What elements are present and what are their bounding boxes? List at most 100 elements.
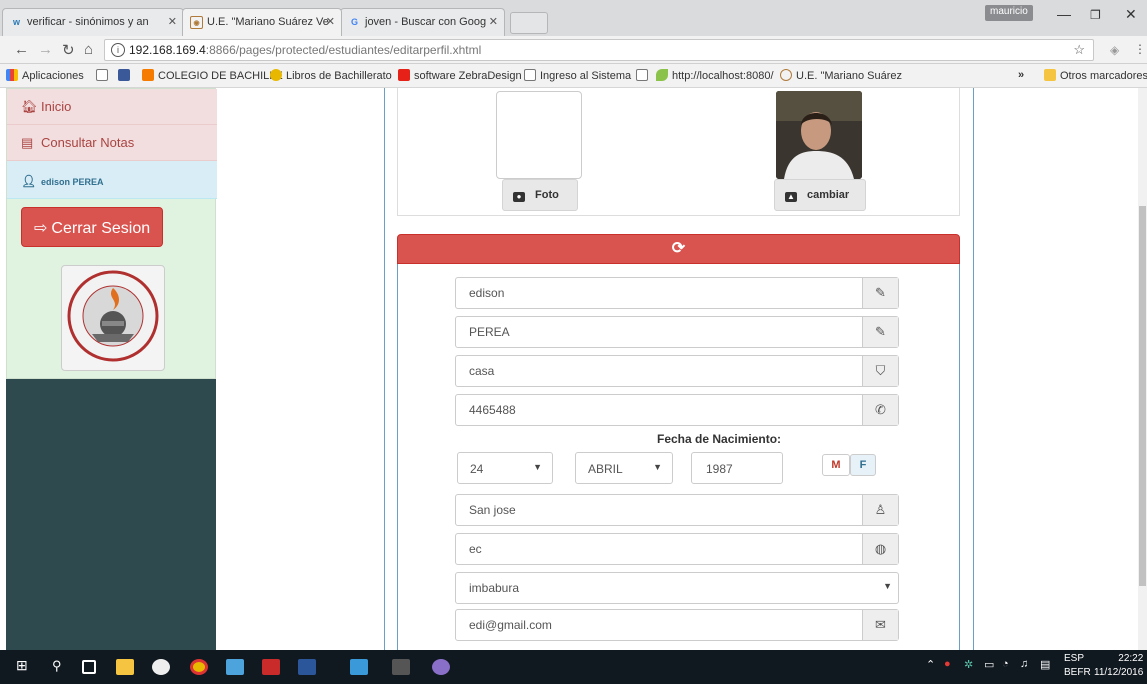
task-view-icon[interactable] [82,660,96,674]
volume-icon[interactable]: ♫ [1020,658,1028,670]
apellido-field[interactable]: PEREA ✎ [455,316,899,348]
main-content: ● Foto ▲ cambiar ⟳ edison ✎ PEREA ✎ casa… [384,88,974,650]
photo-placeholder [496,91,582,179]
word-icon[interactable] [298,659,316,675]
system-clock[interactable]: 22:22 11/12/2016 [1094,652,1143,680]
back-icon[interactable]: ← [14,41,29,58]
wifi-icon[interactable]: ◔ [1002,658,1009,670]
sidebar-item-user[interactable]: 👤︎ edison PEREA [7,161,217,199]
menu-icon[interactable]: ⋮ [1134,42,1146,56]
eclipse-icon[interactable] [152,659,170,675]
reload-icon[interactable]: ↻ [62,41,75,59]
home-browser-icon[interactable]: ⌂ [84,41,93,58]
scrollbar-thumb[interactable] [1139,206,1146,586]
photo-panel: ● Foto ▲ cambiar [397,88,960,216]
search-icon[interactable]: ⚲ [52,658,62,674]
file-explorer-icon[interactable] [116,659,134,675]
phone-icon: ✆ [862,395,898,425]
url-input[interactable]: i 192.168.169.4:8866/pages/protected/est… [104,39,1094,61]
profile-badge[interactable]: mauricio [985,5,1033,21]
school-icon: ◉ [190,16,203,29]
info-icon[interactable]: i [111,43,125,57]
apps-icon [6,69,18,81]
school-icon [780,69,792,81]
list-icon: ▤ [21,135,34,150]
acrobat-icon[interactable] [262,659,280,675]
tab-title: U.E. "Mariano Suárez Ve [207,16,329,28]
sidebar-item-inicio[interactable]: 🏠︎ Inicio [7,89,217,125]
refresh-button[interactable]: ⟳ [397,234,960,264]
bookmark-page[interactable] [96,69,112,82]
bookmark-facebook[interactable] [118,69,134,82]
envelope-icon: ✉ [862,610,898,640]
anio-input[interactable]: 1987 [691,452,783,484]
bookmark-colegio[interactable]: COLEGIO DE BACHILLE [142,69,283,82]
tab-verificar[interactable]: w verificar - sinónimos y an ✕ [2,8,184,36]
bookmarks-overflow[interactable]: » [1018,69,1024,81]
page-scrollbar[interactable] [1138,88,1147,650]
new-tab-button[interactable] [510,12,548,34]
close-icon[interactable]: ✕ [168,15,177,28]
dia-select[interactable]: 24 ▼ [457,452,553,484]
pais-field[interactable]: ec ◍ [455,533,899,565]
male-icon: ♙ [862,495,898,525]
youtube-icon [398,69,410,81]
email-field[interactable]: edi@gmail.com ✉ [455,609,899,641]
bookmarks-bar: Aplicaciones COLEGIO DE BACHILLE Libros … [0,64,1147,88]
windows-taskbar: ⊞ ⚲ ⌃ ● ✲ ▭ ◔ ♫ ▤ ESP BEFR 22:22 11/12/2… [0,650,1147,684]
bookmark-page-2[interactable] [636,69,652,82]
chrome-icon[interactable] [190,659,208,675]
app-icon-2[interactable] [432,659,450,675]
ciudad-field[interactable]: San jose ♙ [455,494,899,526]
terminal-icon[interactable] [392,659,410,675]
provincia-select[interactable]: imbabura ▼ [455,572,899,604]
flower-icon [270,69,282,81]
sexo-f-button[interactable]: F [850,454,876,476]
nombre-field[interactable]: edison ✎ [455,277,899,309]
gmail-tray-icon[interactable]: ● [944,658,951,670]
tray-chevron-icon[interactable]: ⌃ [926,658,935,671]
bookmark-zebra[interactable]: software ZebraDesign [398,69,522,82]
minimize-icon[interactable]: — [1057,6,1071,22]
notification-icon[interactable]: ▤ [1040,658,1050,671]
facebook-icon [118,69,130,81]
bookmark-libros[interactable]: Libros de Bachillerato [270,69,392,82]
maximize-icon[interactable]: ❐ [1090,8,1101,22]
tray-app-icon[interactable]: ✲ [964,658,973,671]
extension-icon[interactable]: ◈ [1110,43,1119,57]
foto-button[interactable]: ● Foto [502,179,578,211]
close-icon[interactable]: ✕ [489,15,498,28]
page-viewport: 🏠︎ Inicio ▤ Consultar Notas 👤︎ edison PEREA… [0,88,1147,650]
sexo-m-button[interactable]: M [822,454,850,476]
telefono-field[interactable]: 4465488 ✆ [455,394,899,426]
tab-google[interactable]: G joven - Buscar con Goog ✕ [340,8,505,36]
bookmark-ingreso[interactable]: Ingreso al Sistema [524,69,631,82]
caret-down-icon: ▼ [653,462,662,472]
close-icon[interactable]: ✕ [326,15,335,28]
sidebar-menu: 🏠︎ Inicio ▤ Consultar Notas 👤︎ edison PEREA… [6,88,217,379]
app-icon[interactable] [350,659,368,675]
direccion-field[interactable]: casa ⛉ [455,355,899,387]
battery-icon[interactable]: ▭ [984,658,994,671]
school-logo [61,265,165,371]
bookmark-otros[interactable]: Otros marcadores [1044,69,1147,82]
address-bar-row: ← → ↻ ⌂ i 192.168.169.4:8866/pages/prote… [0,36,1147,64]
photos-icon[interactable] [226,659,244,675]
forward-icon[interactable]: → [38,41,53,58]
close-window-icon[interactable]: ✕ [1125,6,1137,23]
bookmark-localhost[interactable]: http://localhost:8080/ [656,69,774,82]
bookmark-apps[interactable]: Aplicaciones [6,69,84,82]
wr-icon: w [12,17,20,27]
tab-ue-mariano[interactable]: ◉ U.E. "Mariano Suárez Ve ✕ [182,8,342,36]
mes-select[interactable]: ABRIL ▼ [575,452,673,484]
sidebar-item-consultar-notas[interactable]: ▤ Consultar Notas [7,125,217,161]
logout-button[interactable]: ⇨ Cerrar Sesion [21,207,163,247]
profile-photo-image [776,91,862,179]
input-language[interactable]: ESP BEFR [1064,652,1091,680]
bookmark-ue[interactable]: U.E. "Mariano Suárez [780,69,902,82]
cambiar-button[interactable]: ▲ cambiar [774,179,866,211]
home-icon: 🏠︎ [21,99,38,114]
windows-start-icon[interactable]: ⊞ [16,657,28,674]
star-icon[interactable]: ☆ [1073,40,1085,60]
blogger-icon [142,69,154,81]
